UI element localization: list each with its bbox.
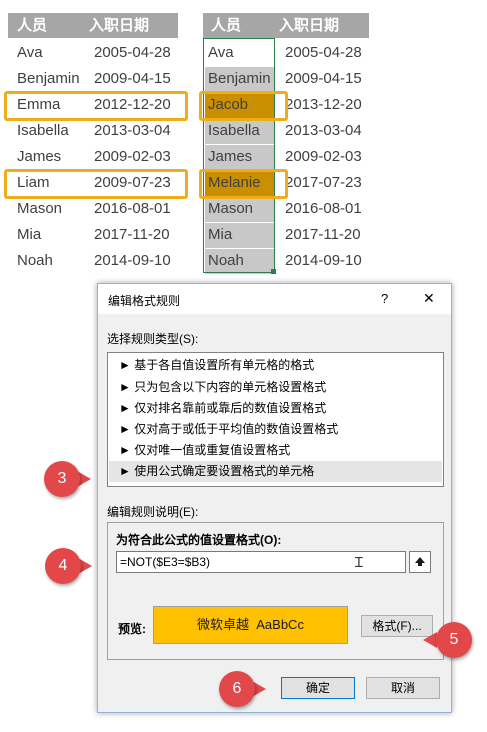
rule-type-list[interactable]: ► 基于各自值设置所有单元格的格式 ► 只为包含以下内容的单元格设置格式 ► 仅…: [107, 352, 444, 487]
right-date-cell[interactable]: 2005-04-28: [285, 40, 362, 66]
help-icon[interactable]: ?: [381, 291, 388, 306]
step-badge-4: 4: [45, 548, 81, 584]
right-header-row: 人员 入职日期: [203, 13, 369, 38]
left-header-person: 人员: [17, 17, 48, 34]
left-name-cell[interactable]: Ava: [17, 40, 43, 66]
dialog-title: 编辑格式规则: [108, 294, 181, 308]
formula-value: =NOT($E3=$B3): [120, 555, 211, 569]
left-date-cell[interactable]: 2014-09-10: [94, 248, 171, 274]
right-header-date: 入职日期: [279, 17, 340, 34]
left-date-cell[interactable]: 2013-03-04: [94, 118, 171, 144]
edit-desc-label: 编辑规则说明(E):: [107, 505, 199, 519]
rule-type-item[interactable]: ► 只为包含以下内容的单元格设置格式: [109, 377, 442, 398]
preview-label: 预览:: [118, 622, 146, 636]
ok-button[interactable]: 确定: [281, 677, 355, 699]
left-header-row: 人员 入职日期: [8, 13, 178, 38]
highlight-jacob-row: [199, 91, 288, 121]
rule-description-box: 为符合此公式的值设置格式(O): =NOT($E3=$B3) Ɪ 预览: 微软卓…: [107, 522, 444, 660]
preview-text: 微软卓越 AaBbCc: [197, 617, 304, 632]
step-badge-6: 6: [219, 671, 255, 707]
left-name-cell[interactable]: Isabella: [17, 118, 69, 144]
left-date-cell[interactable]: 2009-04-15: [94, 66, 171, 92]
formula-input[interactable]: =NOT($E3=$B3) Ɪ: [116, 551, 406, 573]
rule-type-label: 选择规则类型(S):: [107, 332, 199, 346]
rule-type-item[interactable]: ► 基于各自值设置所有单元格的格式: [109, 355, 442, 376]
left-date-cell[interactable]: 2016-08-01: [94, 196, 171, 222]
left-name-cell[interactable]: Benjamin: [17, 66, 80, 92]
right-date-cell[interactable]: 2013-03-04: [285, 118, 362, 144]
left-header-date: 入职日期: [89, 17, 150, 34]
right-date-cell[interactable]: 2014-09-10: [285, 248, 362, 274]
edit-format-rule-dialog: 编辑格式规则 ? ✕ 选择规则类型(S): ► 基于各自值设置所有单元格的格式 …: [97, 283, 452, 713]
right-date-cell[interactable]: 2016-08-01: [285, 196, 362, 222]
left-date-cell[interactable]: 2017-11-20: [94, 222, 170, 248]
left-name-cell[interactable]: Mason: [17, 196, 62, 222]
right-header-person: 人员: [211, 17, 242, 34]
right-date-cell[interactable]: 2009-02-03: [285, 144, 362, 170]
right-date-cell[interactable]: 2013-12-20: [285, 92, 362, 118]
dialog-titlebar: 编辑格式规则 ? ✕: [98, 284, 451, 314]
highlight-liam-row: [4, 169, 188, 199]
formula-label: 为符合此公式的值设置格式(O):: [116, 533, 282, 547]
preview-swatch: 微软卓越 AaBbCc: [153, 606, 348, 644]
left-name-cell[interactable]: James: [17, 144, 61, 170]
range-collapse-button[interactable]: [409, 551, 431, 573]
left-date-cell[interactable]: 2005-04-28: [94, 40, 171, 66]
left-name-cell[interactable]: Noah: [17, 248, 53, 274]
highlight-melanie-row: [199, 169, 288, 199]
rule-type-item-selected[interactable]: ► 使用公式确定要设置格式的单元格: [109, 461, 442, 482]
right-date-cell[interactable]: 2017-07-23: [285, 170, 362, 196]
right-date-cell[interactable]: 2017-11-20: [285, 222, 361, 248]
close-icon[interactable]: ✕: [423, 290, 435, 307]
rule-type-item[interactable]: ► 仅对排名靠前或靠后的数值设置格式: [109, 398, 442, 419]
badge-5-pointer: [423, 632, 437, 648]
text-cursor-icon: Ɪ: [355, 554, 363, 570]
cancel-button[interactable]: 取消: [366, 677, 440, 699]
left-date-cell[interactable]: 2009-02-03: [94, 144, 171, 170]
right-date-cell[interactable]: 2009-04-15: [285, 66, 362, 92]
left-name-cell[interactable]: Mia: [17, 222, 41, 248]
rule-type-item[interactable]: ► 仅对高于或低于平均值的数值设置格式: [109, 419, 442, 440]
selection-border[interactable]: [203, 38, 275, 273]
highlight-emma-row: [4, 91, 188, 121]
step-badge-5: 5: [436, 622, 472, 658]
step-badge-3: 3: [44, 461, 80, 497]
collapse-arrow-icon: [415, 557, 425, 566]
rule-type-item[interactable]: ► 仅对唯一值或重复值设置格式: [109, 440, 442, 461]
fill-handle[interactable]: [271, 269, 276, 274]
